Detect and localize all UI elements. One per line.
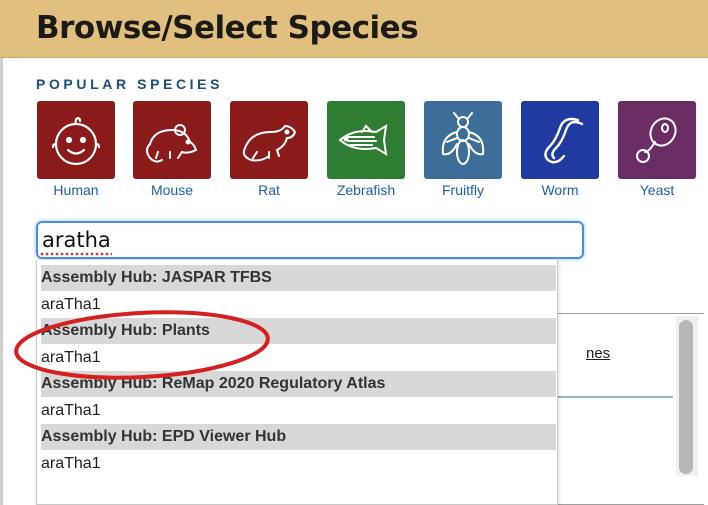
popular-species-heading: POPULAR SPECIES	[36, 76, 224, 92]
result-group-label: Assembly Hub: EPD Viewer Hub	[41, 424, 556, 450]
page-header: Browse/Select Species	[0, 0, 708, 58]
page-title: Browse/Select Species	[36, 10, 419, 46]
result-assembly[interactable]: araTha1	[41, 291, 556, 317]
result-assembly[interactable]: araTha1	[41, 344, 556, 370]
result-group-label: Assembly Hub: ReMap 2020 Regulatory Atla…	[41, 371, 556, 397]
species-yeast[interactable]: Yeast	[616, 101, 698, 198]
mouse-icon[interactable]	[133, 101, 211, 179]
species-label[interactable]: Fruitfly	[422, 182, 504, 198]
species-fruitfly[interactable]: Fruitfly	[422, 101, 504, 198]
species-worm[interactable]: Worm	[519, 101, 601, 198]
species-label[interactable]: Mouse	[131, 182, 213, 198]
species-label[interactable]: Human	[35, 182, 117, 198]
fish-icon[interactable]	[327, 101, 405, 179]
result-item[interactable]: Assembly Hub: ReMap 2020 Regulatory Atla…	[41, 371, 556, 423]
panel-divider	[556, 396, 673, 398]
spellcheck-underline	[40, 252, 112, 256]
panel-link[interactable]: nes	[586, 345, 610, 362]
species-label[interactable]: Rat	[228, 182, 310, 198]
result-group-label: Assembly Hub: Plants	[41, 318, 556, 344]
species-label[interactable]: Zebrafish	[325, 182, 407, 198]
yeast-icon[interactable]	[618, 101, 696, 179]
species-human[interactable]: Human	[35, 101, 117, 198]
species-search-input[interactable]	[36, 221, 584, 259]
result-assembly[interactable]: araTha1	[41, 450, 556, 476]
species-label[interactable]: Yeast	[616, 182, 698, 198]
panel-scrollbar-thumb[interactable]	[679, 320, 693, 474]
fly-icon[interactable]	[424, 101, 502, 179]
result-group-label: Assembly Hub: JASPAR TFBS	[41, 265, 556, 291]
worm-icon[interactable]	[521, 101, 599, 179]
species-zebrafish[interactable]: Zebrafish	[325, 101, 407, 198]
result-item[interactable]: Assembly Hub: Plants araTha1	[41, 318, 556, 370]
rat-icon[interactable]	[230, 101, 308, 179]
result-assembly[interactable]: araTha1	[41, 397, 556, 423]
species-mouse[interactable]: Mouse	[131, 101, 213, 198]
human-face-icon[interactable]	[37, 101, 115, 179]
species-label[interactable]: Worm	[519, 182, 601, 198]
result-item[interactable]: Assembly Hub: JASPAR TFBS araTha1	[41, 265, 556, 317]
left-border	[0, 58, 3, 505]
search-results-dropdown: Assembly Hub: JASPAR TFBS araTha1 Assemb…	[36, 260, 558, 505]
species-rat[interactable]: Rat	[228, 101, 310, 198]
result-item[interactable]: Assembly Hub: EPD Viewer Hub araTha1	[41, 424, 556, 476]
